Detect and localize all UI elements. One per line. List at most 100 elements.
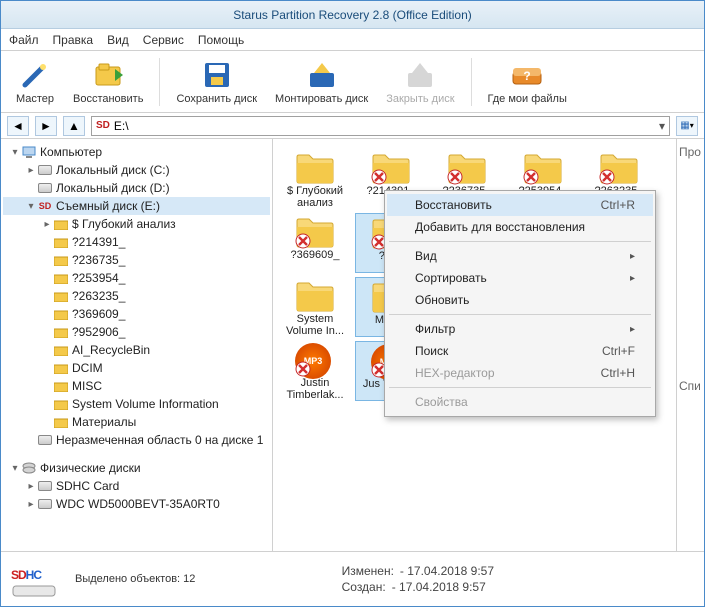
tree-row[interactable]: ?214391_ xyxy=(3,233,270,251)
drive-question-icon: ? xyxy=(511,59,543,91)
folder-icon xyxy=(599,151,639,185)
ctx-sort[interactable]: Сортировать▸ xyxy=(387,267,653,289)
menu-edit[interactable]: Правка xyxy=(53,33,94,47)
folder-icon xyxy=(53,217,69,231)
tree-removable-e[interactable]: ▾SDСъемный диск (E:) xyxy=(3,197,270,215)
ctx-add-recover[interactable]: Добавить для восстановления xyxy=(387,216,653,238)
tree-row[interactable]: AI_RecycleBin xyxy=(3,341,270,359)
mp3-icon: MP3 xyxy=(295,343,335,377)
ctx-refresh[interactable]: Обновить xyxy=(387,289,653,311)
tree-row[interactable]: ?263235_ xyxy=(3,287,270,305)
menu-separator xyxy=(389,241,651,242)
ctx-view[interactable]: Вид▸ xyxy=(387,245,653,267)
tree-unallocated[interactable]: Неразмеченная область 0 на диске 1 xyxy=(3,431,270,449)
computer-icon xyxy=(21,145,37,159)
folder-icon xyxy=(295,215,335,249)
tree-row[interactable]: System Volume Information xyxy=(3,395,270,413)
file-label: Justin Timberlak... xyxy=(281,377,349,401)
tree-row[interactable]: DCIM xyxy=(3,359,270,377)
folder-icon xyxy=(53,271,69,285)
drive-icon xyxy=(37,497,53,511)
folder-icon xyxy=(53,379,69,393)
tree-row[interactable]: Материалы xyxy=(3,413,270,431)
tree-row[interactable]: ?369609_ xyxy=(3,305,270,323)
tool-where-files[interactable]: ? Где мои файлы xyxy=(480,57,575,107)
folder-icon xyxy=(53,361,69,375)
file-item[interactable]: System Volume In... xyxy=(279,277,351,337)
file-item[interactable]: $ Глубокий анализ xyxy=(279,149,351,209)
save-disk-icon xyxy=(201,59,233,91)
folder-icon xyxy=(295,151,335,185)
wand-icon xyxy=(19,59,51,91)
chevron-right-icon: ▸ xyxy=(630,251,635,262)
file-item[interactable]: MP3Justin Timberlak... xyxy=(279,341,351,401)
nav-fwd[interactable]: ► xyxy=(35,116,57,136)
ctx-filter[interactable]: Фильтр▸ xyxy=(387,318,653,340)
drive-icon xyxy=(37,433,53,447)
tool-recover[interactable]: Восстановить xyxy=(65,57,151,107)
tree-sdhc[interactable]: ▸SDHC Card xyxy=(3,477,270,495)
tree-row[interactable]: MISC xyxy=(3,377,270,395)
menu-view[interactable]: Вид xyxy=(107,33,129,47)
arrow-right-icon: ► xyxy=(40,119,52,133)
tree-computer[interactable]: ▾Компьютер xyxy=(3,143,270,161)
folder-icon xyxy=(53,397,69,411)
file-item[interactable]: ?369609_ xyxy=(279,213,351,273)
address-input[interactable]: SD E:\ ▾ xyxy=(91,116,670,136)
tree-local-c[interactable]: ▸Локальный диск (C:) xyxy=(3,161,270,179)
nav-up[interactable]: ▲ xyxy=(63,116,85,136)
arrow-up-icon: ▲ xyxy=(68,119,80,133)
address-path: E:\ xyxy=(114,119,129,133)
side-tab-list[interactable]: Спи xyxy=(679,379,702,393)
view-mode[interactable]: ▦▾ xyxy=(676,116,698,136)
tool-save-disk[interactable]: Сохранить диск xyxy=(168,57,265,107)
tree-row[interactable]: ?236735_ xyxy=(3,251,270,269)
menu-tools[interactable]: Сервис xyxy=(143,33,184,47)
folder-icon xyxy=(53,343,69,357)
folder-icon xyxy=(53,235,69,249)
tree-physical-disks[interactable]: ▾Физические диски xyxy=(3,459,270,477)
folder-icon xyxy=(53,253,69,267)
ctx-recover[interactable]: ВосстановитьCtrl+R xyxy=(387,194,653,216)
nav-back[interactable]: ◄ xyxy=(7,116,29,136)
tree-wdc[interactable]: ▸WDC WD5000BEVT-35A0RT0 xyxy=(3,495,270,513)
tool-master[interactable]: Мастер xyxy=(7,57,63,107)
folder-icon xyxy=(371,151,411,185)
menubar: Файл Правка Вид Сервис Помощь xyxy=(1,29,704,51)
folder-icon xyxy=(53,415,69,429)
tool-mount-disk[interactable]: Монтировать диск xyxy=(267,57,376,107)
menu-separator xyxy=(389,314,651,315)
dropdown-icon[interactable]: ▾ xyxy=(659,119,665,133)
mount-disk-icon xyxy=(306,59,338,91)
status-selected: Выделено объектов: 12 xyxy=(75,573,195,585)
titlebar: Starus Partition Recovery 2.8 (Office Ed… xyxy=(1,1,704,29)
folder-icon xyxy=(523,151,563,185)
side-tabs: Про Спи xyxy=(676,139,704,551)
folder-icon xyxy=(295,279,335,313)
close-disk-icon xyxy=(404,59,436,91)
side-tab-properties[interactable]: Про xyxy=(679,145,702,159)
chevron-right-icon: ▸ xyxy=(630,273,635,284)
svg-text:?: ? xyxy=(524,69,531,83)
toolbar-separator xyxy=(471,58,472,106)
drive-icon xyxy=(37,163,53,177)
file-label: $ Глубокий анализ xyxy=(281,185,349,209)
tree-local-d[interactable]: Локальный диск (D:) xyxy=(3,179,270,197)
tree-row[interactable]: ?253954_ xyxy=(3,269,270,287)
drive-icon xyxy=(37,479,53,493)
sd-icon: SD xyxy=(37,199,53,213)
sd-badge-icon: SD xyxy=(96,120,110,131)
arrow-left-icon: ◄ xyxy=(12,119,24,133)
menu-help[interactable]: Помощь xyxy=(198,33,244,47)
ctx-hex: HEX-редакторCtrl+H xyxy=(387,362,653,384)
toolbar-separator xyxy=(159,58,160,106)
tree-row[interactable]: ?952906_ xyxy=(3,323,270,341)
menu-file[interactable]: Файл xyxy=(9,33,39,47)
drive-icon xyxy=(37,181,53,195)
ctx-search[interactable]: ПоискCtrl+F xyxy=(387,340,653,362)
folder-icon xyxy=(447,151,487,185)
window-title: Starus Partition Recovery 2.8 (Office Ed… xyxy=(233,8,472,22)
tree-row[interactable]: ▸$ Глубокий анализ xyxy=(3,215,270,233)
folder-tree[interactable]: ▾Компьютер ▸Локальный диск (C:) Локальны… xyxy=(1,139,273,551)
grid-icon: ▦ xyxy=(680,120,689,131)
